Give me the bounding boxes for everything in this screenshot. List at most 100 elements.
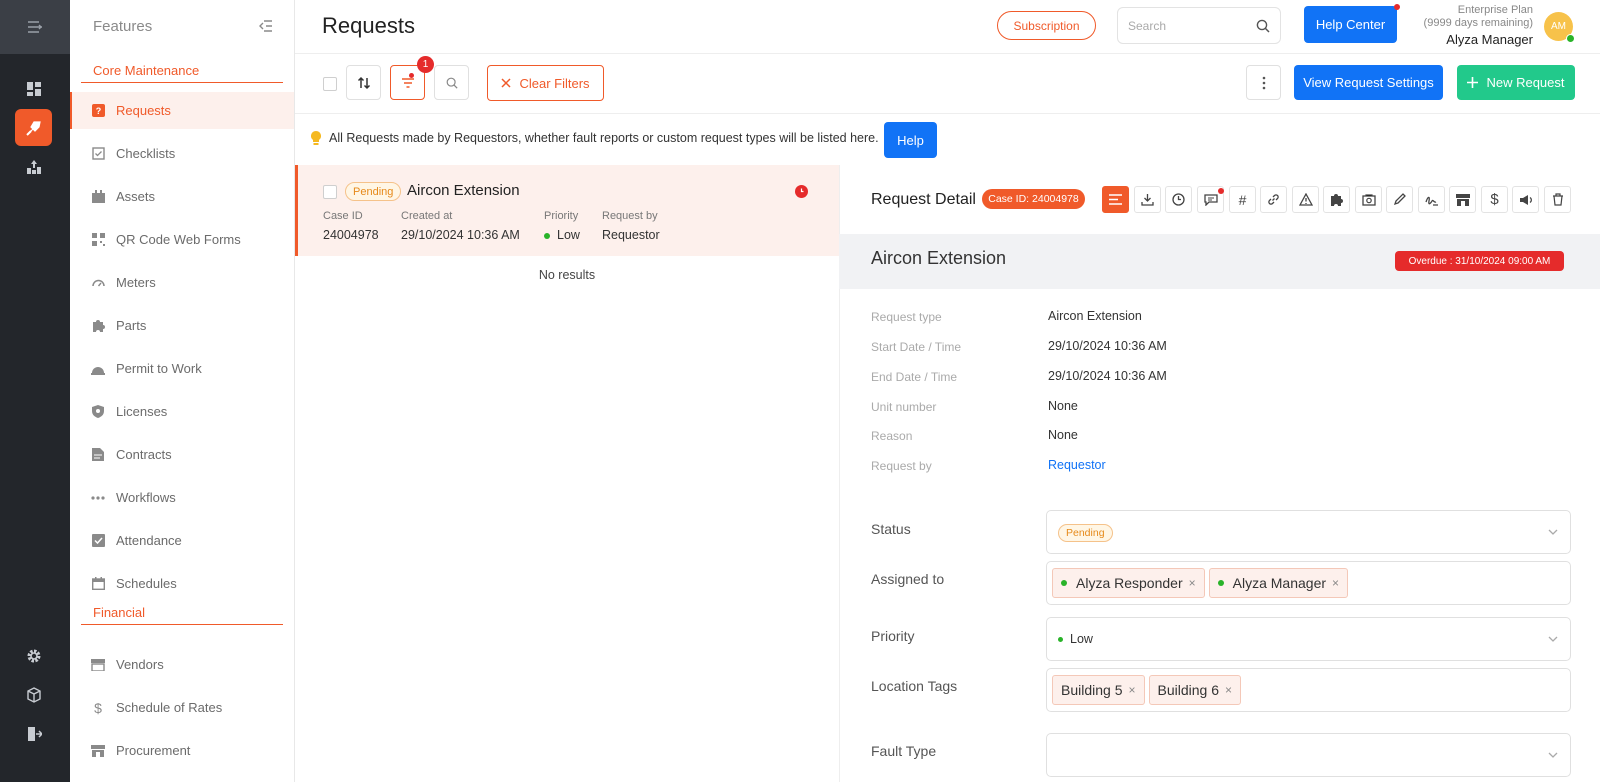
pencil-icon (1393, 193, 1406, 206)
rail-settings[interactable] (15, 637, 52, 674)
sidebar-item-contracts[interactable]: Contracts (70, 436, 294, 473)
search-input[interactable]: Search (1117, 7, 1281, 44)
attendance-icon (91, 534, 105, 548)
status-badge: Pending (1058, 524, 1113, 542)
location-tags-select[interactable]: Building 5 × Building 6 × (1046, 668, 1571, 712)
cost-tab[interactable]: $ (1481, 186, 1508, 213)
sidebar-item-requests[interactable]: ? Requests (70, 92, 294, 129)
online-status-dot (1566, 34, 1575, 43)
request-by-value: Requestor (602, 228, 660, 242)
edit-tab[interactable] (1386, 186, 1413, 213)
created-label: Created at (401, 210, 453, 222)
description-tab[interactable] (1102, 186, 1129, 213)
rail-maintenance[interactable] (15, 109, 52, 146)
overdue-clock-icon (795, 185, 808, 198)
signature-tab[interactable] (1418, 186, 1445, 213)
cube-icon (26, 686, 41, 703)
assets-icon (91, 190, 105, 204)
clear-filters-button[interactable]: Clear Filters (487, 65, 604, 101)
checklist-icon (91, 147, 105, 161)
status-select[interactable]: Pending (1046, 510, 1571, 554)
sidebar-item-workflows[interactable]: Workflows (70, 479, 294, 516)
days-remaining: (9999 days remaining) (1423, 17, 1533, 29)
request-icon: ? (91, 104, 105, 118)
priority-select[interactable]: Low (1046, 617, 1571, 661)
select-all-checkbox[interactable] (323, 77, 337, 91)
signature-icon (1424, 196, 1438, 206)
row-checkbox[interactable] (323, 185, 337, 199)
hash-tab[interactable]: # (1229, 186, 1256, 213)
announce-tab[interactable] (1512, 186, 1539, 213)
no-results-text: No results (538, 268, 596, 282)
download-tab[interactable] (1134, 186, 1161, 213)
sidebar-item-permit-to-work[interactable]: Permit to Work (70, 350, 294, 387)
collapse-sidebar-icon[interactable] (259, 20, 273, 32)
sidebar-item-checklists[interactable]: Checklists (70, 135, 294, 172)
sidebar-item-vendors[interactable]: Vendors (70, 646, 294, 683)
chevron-down-icon (1548, 636, 1558, 642)
history-tab[interactable] (1165, 186, 1192, 213)
more-options-button[interactable] (1246, 65, 1281, 100)
sidebar-item-label: Licenses (116, 404, 168, 419)
sidebar-item-assets[interactable]: Assets (70, 178, 294, 215)
procurement-icon (91, 744, 105, 758)
rail-menu-button[interactable] (0, 0, 70, 54)
fault-type-select[interactable] (1046, 733, 1571, 777)
sidebar-item-schedule-of-rates[interactable]: $ Schedule of Rates (70, 689, 294, 726)
sidebar-item-parts[interactable]: Parts (70, 307, 294, 344)
warning-tab[interactable] (1292, 186, 1319, 213)
sidebar-item-procurement[interactable]: Procurement (70, 732, 294, 769)
location-chip[interactable]: Building 5 × (1052, 675, 1145, 705)
requestor-link[interactable]: Requestor (1048, 458, 1106, 472)
rail-analytics[interactable] (15, 148, 52, 185)
store-icon (91, 658, 105, 672)
photo-tab[interactable] (1355, 186, 1382, 213)
remove-icon: × (1128, 683, 1136, 697)
puzzle-icon (91, 319, 105, 333)
help-center-button[interactable]: Help Center (1304, 6, 1397, 43)
sidebar-item-attendance[interactable]: Attendance (70, 522, 294, 559)
warning-icon (1298, 193, 1313, 206)
sidebar-item-schedules[interactable]: Schedules (70, 565, 294, 602)
field-label-unit: Unit number (871, 400, 937, 414)
sidebar-item-qr-code-web-forms[interactable]: QR Code Web Forms (70, 221, 294, 258)
sidebar-item-label: Workflows (116, 490, 176, 505)
filter-active-dot (409, 73, 414, 78)
subscription-button[interactable]: Subscription (997, 11, 1096, 40)
assignee-chip[interactable]: Alyza Manager × (1208, 568, 1349, 598)
remove-icon: × (1225, 683, 1233, 697)
parts-tab[interactable] (1323, 186, 1350, 213)
view-request-settings-button[interactable]: View Request Settings (1294, 65, 1443, 100)
link-tab[interactable] (1260, 186, 1287, 213)
field-label-request-type: Request type (871, 310, 942, 324)
new-request-button[interactable]: New Request (1457, 65, 1575, 100)
assigned-select[interactable]: Alyza Responder × Alyza Manager × (1046, 561, 1571, 605)
section-financial: Financial (81, 605, 283, 625)
rail-dashboard[interactable] (15, 70, 52, 107)
sidebar-item-licenses[interactable]: Licenses (70, 393, 294, 430)
sidebar-item-label: Meters (116, 275, 156, 290)
priority-label: Priority (544, 210, 579, 222)
delete-tab[interactable] (1544, 186, 1571, 213)
sidebar-item-meters[interactable]: Meters (70, 264, 294, 301)
meter-icon (91, 276, 105, 290)
status-badge: Pending (345, 182, 402, 201)
rail-cube[interactable] (15, 676, 52, 713)
hash-icon: # (1238, 191, 1247, 208)
dashboard-icon (26, 81, 41, 96)
field-label-end: End Date / Time (871, 370, 958, 384)
rail-logout[interactable] (15, 715, 52, 752)
assignee-chip[interactable]: Alyza Responder × (1052, 568, 1205, 598)
search-icon (446, 77, 458, 89)
field-label-start: Start Date / Time (871, 340, 962, 354)
location-chip[interactable]: Building 6 × (1148, 675, 1242, 705)
list-search-button[interactable] (434, 65, 469, 100)
sort-button[interactable] (346, 65, 381, 100)
store-icon (1455, 193, 1470, 206)
help-button[interactable]: Help (884, 122, 937, 158)
search-icon (1256, 19, 1270, 33)
vendor-tab[interactable] (1449, 186, 1476, 213)
clear-filters-label: Clear Filters (519, 75, 590, 91)
menu-icon (28, 21, 42, 33)
list-item[interactable]: Pending Aircon Extension Case ID 2400497… (295, 165, 839, 256)
